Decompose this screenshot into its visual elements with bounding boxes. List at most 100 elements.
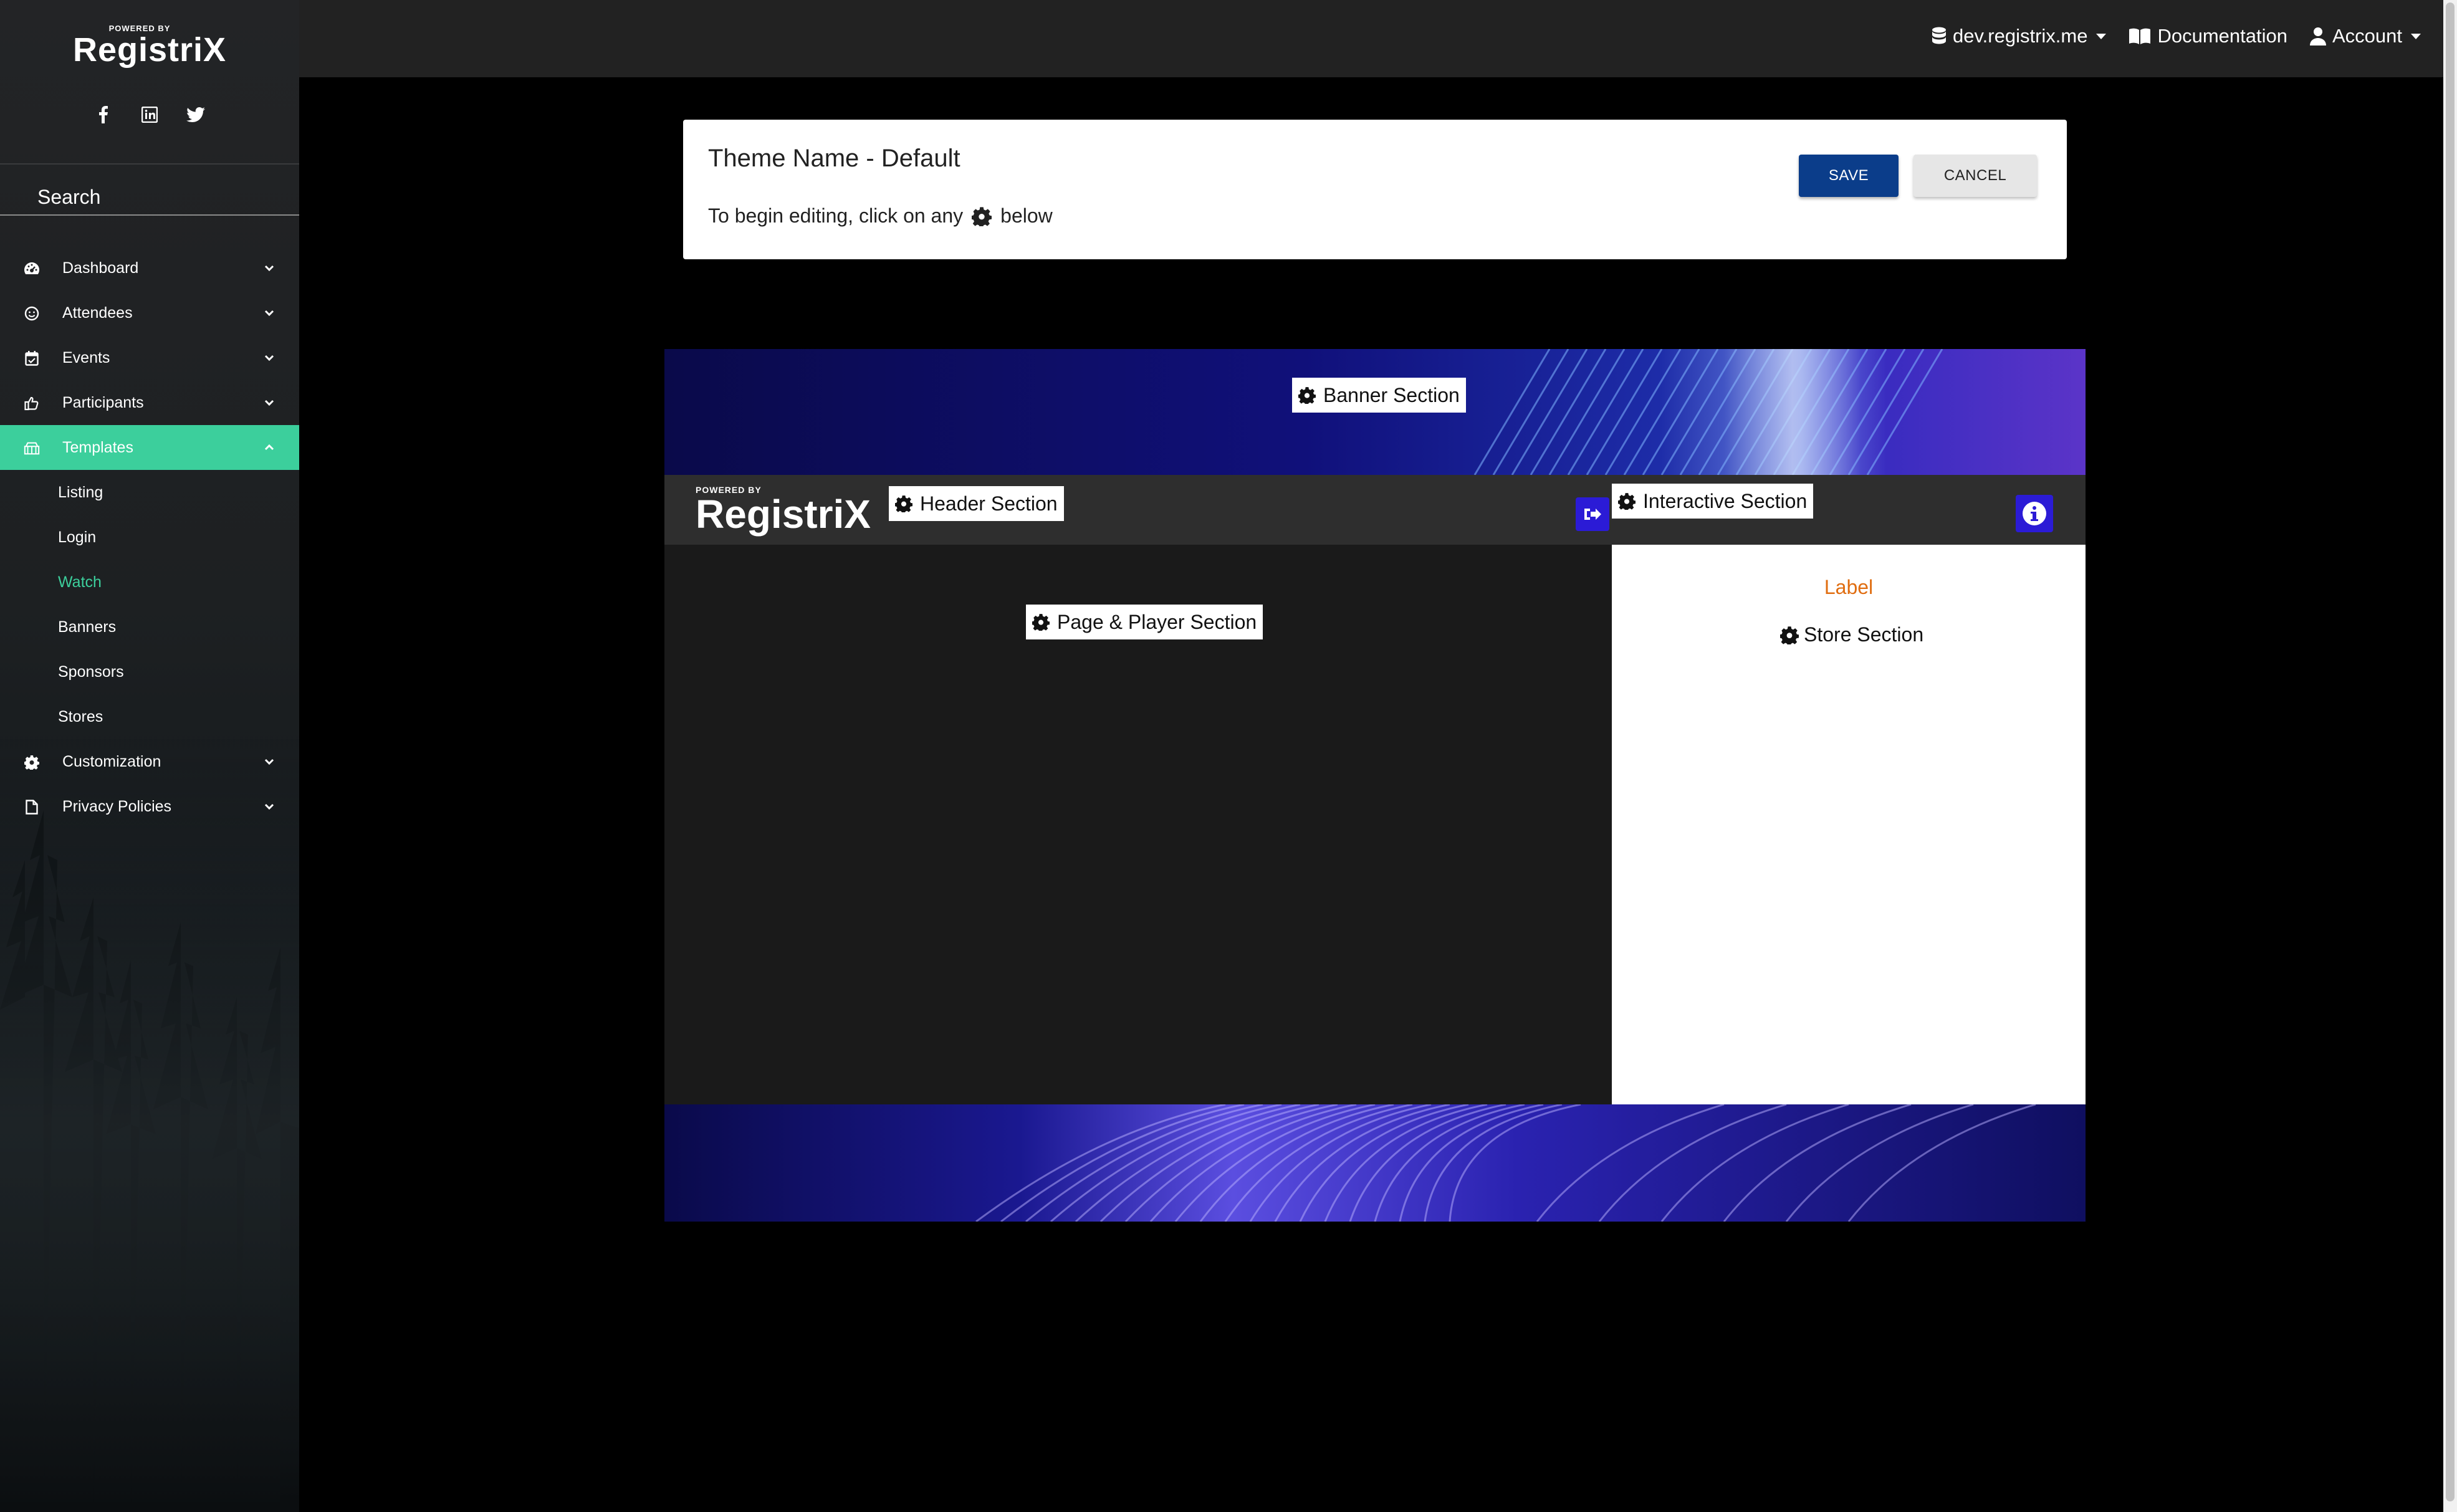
sidebar-item-label: Templates (62, 438, 133, 456)
chevron-down-icon (264, 310, 274, 317)
sidebar-item-privacy-policies[interactable]: Privacy Policies (0, 784, 299, 829)
banner-section-button[interactable]: Banner Section (1292, 378, 1466, 413)
scrollbar-thumb[interactable] (2446, 2, 2455, 1501)
gear-icon (1780, 626, 1799, 644)
sidebar-subitem-stores[interactable]: Stores (0, 694, 299, 739)
database-icon (1932, 27, 1946, 44)
sidebar-item-label: Events (62, 348, 110, 366)
social-links (0, 105, 299, 125)
sidebar-item-attendees[interactable]: Attendees (0, 290, 299, 335)
info-icon (2023, 502, 2046, 525)
sign-out-icon (1584, 509, 1601, 520)
chevron-up-icon (264, 444, 274, 451)
chevron-down-icon (264, 400, 274, 406)
chevron-down-icon (264, 265, 274, 272)
watch-page-preview: Banner Section POWERED BY RegistriX Head… (664, 349, 2086, 1222)
templates-icon (24, 440, 40, 456)
topbar: dev.registrix.me Documentation Account (299, 0, 2443, 77)
store-area: Label Store Section (1612, 545, 2086, 1104)
dashboard-icon (24, 261, 40, 277)
chevron-down-icon (264, 803, 274, 810)
sidebar-item-events[interactable]: Events (0, 335, 299, 380)
gear-icon (1032, 614, 1050, 631)
sidebar-item-label: Privacy Policies (62, 797, 172, 815)
documentation-label: Documentation (2157, 25, 2287, 47)
environment-dropdown[interactable]: dev.registrix.me (1932, 25, 2107, 47)
topbar-actions: dev.registrix.me Documentation Account (1932, 25, 2421, 47)
calendar-icon (24, 350, 40, 366)
forest-background-image (0, 735, 299, 1512)
account-label: Account (2332, 25, 2402, 47)
sidebar-item-participants[interactable]: Participants (0, 380, 299, 425)
footer-banner-image[interactable] (664, 1104, 2086, 1222)
header-section-button[interactable]: Header Section (889, 486, 1064, 521)
preview-logo-name: RegistriX (696, 492, 871, 537)
book-open-icon (2129, 28, 2151, 44)
sidebar-subitem-sponsors[interactable]: Sponsors (0, 649, 299, 694)
sidebar-subitem-login[interactable]: Login (0, 515, 299, 560)
environment-label: dev.registrix.me (1952, 25, 2088, 47)
info-button[interactable] (2016, 495, 2053, 532)
sidebar-logo[interactable]: POWERED BY RegistriX (0, 24, 299, 67)
store-section-label: Store Section (1804, 623, 1924, 646)
sidebar-item-templates[interactable]: Templates (0, 425, 299, 470)
gear-icon (895, 495, 912, 512)
preview-logo: POWERED BY RegistriX (696, 485, 871, 534)
hint-text-after: below (1000, 204, 1053, 227)
linkedin-icon[interactable] (140, 105, 160, 125)
preview-logo-text: RegistriX (696, 492, 871, 537)
sidebar-item-label: Dashboard (62, 259, 139, 277)
hint-text-before: To begin editing, click on any (708, 204, 964, 227)
gear-icon (972, 206, 992, 226)
gear-icon (1618, 493, 1636, 510)
sidebar-item-dashboard[interactable]: Dashboard (0, 246, 299, 290)
sidebar-item-label: Attendees (62, 304, 133, 322)
theme-title: Theme Name - Default (708, 145, 960, 172)
document-icon (24, 799, 40, 815)
sidebar-item-customization[interactable]: Customization (0, 739, 299, 784)
header-section-label: Header Section (920, 492, 1058, 515)
theme-editor-card: Theme Name - Default To begin editing, c… (683, 120, 2067, 259)
interactive-section-button[interactable]: Interactive Section (1612, 484, 1814, 519)
user-icon (2309, 27, 2326, 45)
store-section-button[interactable]: Store Section (1780, 623, 1923, 646)
attendees-icon (24, 305, 40, 322)
page-player-section-button[interactable]: Page & Player Section (1026, 605, 1263, 639)
gear-icon (1298, 387, 1316, 404)
page-scrollbar[interactable] (2443, 0, 2457, 1512)
search-input[interactable] (37, 181, 299, 213)
editing-hint: To begin editing, click on any below (708, 204, 1053, 227)
gear-icon (24, 754, 40, 770)
thumbs-up-icon (24, 395, 40, 411)
store-label: Label (1824, 576, 1874, 598)
documentation-link[interactable]: Documentation (2129, 25, 2287, 47)
sidebar-item-label: Participants (62, 393, 144, 411)
interactive-section-label: Interactive Section (1643, 489, 1808, 512)
banner-image[interactable]: Banner Section (664, 349, 2086, 475)
page-player-section-label: Page & Player Section (1057, 610, 1257, 633)
sidebar-subitem-watch[interactable]: Watch (0, 560, 299, 605)
logout-button[interactable] (1576, 497, 1609, 531)
account-dropdown[interactable]: Account (2309, 25, 2421, 47)
chevron-down-icon (264, 355, 274, 361)
sidebar-divider (0, 163, 299, 165)
page-player-area: Page & Player Section (664, 545, 1612, 1104)
sidebar-nav: Dashboard Attendees Events Participants (0, 246, 299, 829)
footer-banner-graphic (664, 1104, 2086, 1222)
cancel-button[interactable]: CANCEL (1913, 155, 2037, 197)
logo-name: RegistriX (72, 31, 227, 69)
sidebar-item-label: Customization (62, 752, 161, 770)
caret-down-icon (2096, 33, 2107, 39)
save-button[interactable]: SAVE (1799, 155, 1899, 197)
sidebar-subitem-listing[interactable]: Listing (0, 470, 299, 515)
banner-section-label: Banner Section (1323, 383, 1460, 406)
logo-text: RegistriX (73, 31, 226, 69)
preview-header: POWERED BY RegistriX Header Section Inte… (664, 475, 2086, 545)
twitter-icon[interactable] (186, 105, 206, 125)
sidebar-search (0, 181, 299, 216)
sidebar-subitem-banners[interactable]: Banners (0, 605, 299, 649)
sidebar: POWERED BY RegistriX Dashboard Atte (0, 0, 299, 1512)
chevron-down-icon (264, 758, 274, 765)
caret-down-icon (2411, 33, 2421, 39)
facebook-icon[interactable] (93, 105, 113, 125)
